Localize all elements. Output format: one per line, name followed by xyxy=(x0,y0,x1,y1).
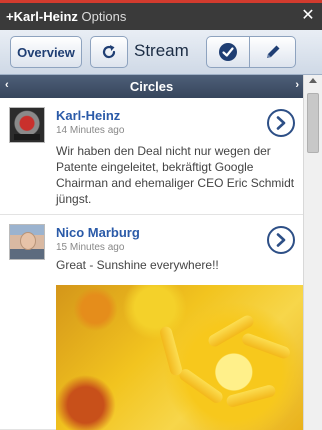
post-item: Nico Marburg 15 Minutes ago Great - Suns… xyxy=(0,215,303,430)
open-post-button[interactable] xyxy=(267,109,295,137)
chevron-right-icon xyxy=(276,233,286,247)
post-photo[interactable] xyxy=(56,285,303,430)
stream-feed: Karl-Heinz 14 Minutes ago Wir haben den … xyxy=(0,98,303,430)
vertical-scrollbar[interactable] xyxy=(303,75,322,430)
refresh-button[interactable] xyxy=(90,36,128,68)
avatar[interactable] xyxy=(9,107,45,143)
post-text: Great - Sunshine everywhere!! xyxy=(56,258,219,272)
post-text: Wir haben den Deal nicht nur wegen der P… xyxy=(56,144,295,206)
open-post-button[interactable] xyxy=(267,226,295,254)
scroll-up-icon[interactable] xyxy=(309,78,317,83)
post-item: Karl-Heinz 14 Minutes ago Wir haben den … xyxy=(0,98,303,215)
circles-label[interactable]: Circles xyxy=(130,79,173,94)
title-bar: +Karl-Heinz Options ✕ xyxy=(0,0,322,30)
post-time: 14 Minutes ago xyxy=(56,125,125,136)
avatar-face xyxy=(20,232,36,250)
check-button[interactable] xyxy=(206,36,250,68)
pencil-icon xyxy=(266,45,279,58)
close-icon[interactable]: ✕ xyxy=(300,6,316,26)
edit-button[interactable] xyxy=(250,36,296,68)
chevron-right-icon xyxy=(276,116,286,130)
circles-next-icon[interactable]: › xyxy=(295,79,299,91)
post-time: 15 Minutes ago xyxy=(56,242,125,253)
toolbar: Overview Stream xyxy=(0,30,322,75)
refresh-icon xyxy=(102,45,116,59)
circles-prev-icon[interactable]: ‹ xyxy=(5,79,9,91)
options-link[interactable]: Options xyxy=(82,9,127,24)
circles-bar: ‹ Circles › xyxy=(0,75,303,98)
scrollbar-thumb[interactable] xyxy=(307,93,319,153)
avatar-badge xyxy=(14,134,40,140)
post-author[interactable]: Nico Marburg xyxy=(56,225,140,240)
stream-label: Stream xyxy=(134,41,189,60)
user-name: +Karl-Heinz xyxy=(6,9,78,24)
avatar[interactable] xyxy=(9,224,45,260)
post-author[interactable]: Karl-Heinz xyxy=(56,108,120,123)
window-title: +Karl-Heinz Options xyxy=(6,9,126,24)
overview-button[interactable]: Overview xyxy=(10,36,82,68)
check-icon xyxy=(219,43,237,61)
